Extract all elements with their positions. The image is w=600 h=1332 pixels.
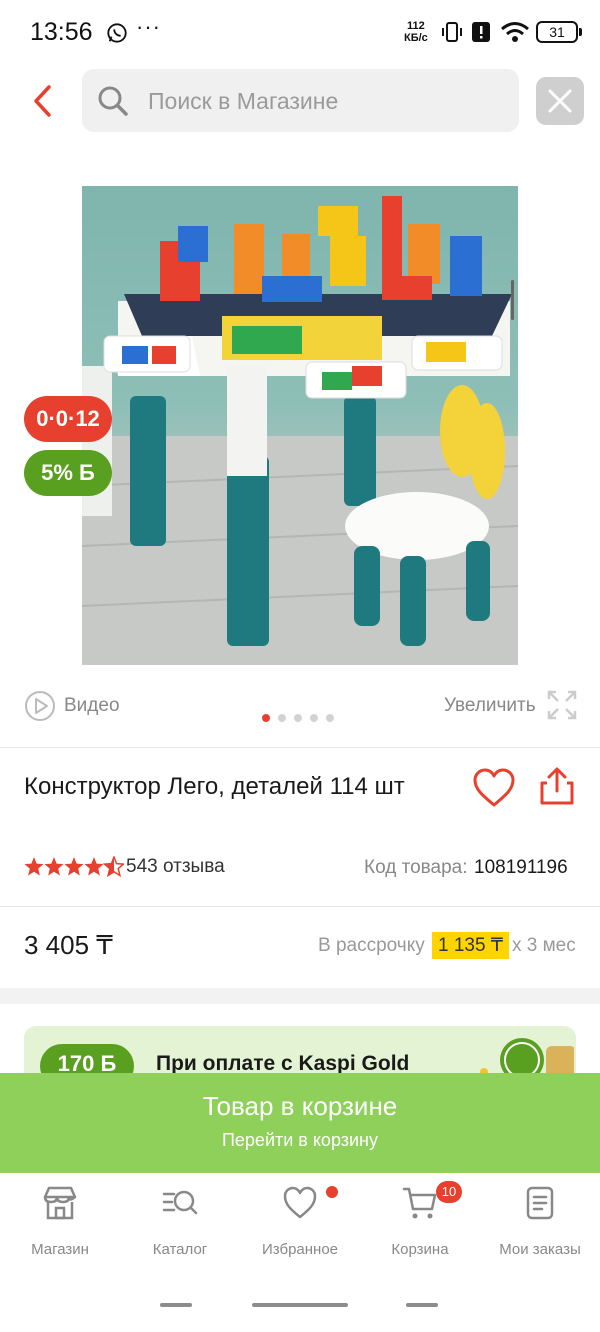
recents-button[interactable] [160,1303,192,1307]
pagination-dot[interactable] [262,714,270,722]
search-icon [98,86,128,116]
alert-icon [472,22,490,42]
rating-stars [24,856,124,878]
star-icon [24,857,44,876]
nav-label: Каталог [152,1241,208,1258]
status-time: 13:56 [30,18,93,46]
cart-banner[interactable]: Товар в корзине Перейти в корзину [0,1073,600,1173]
nav-label: Магазин [31,1241,89,1258]
play-icon[interactable] [24,690,56,722]
pagination-dot[interactable] [294,714,302,722]
pagination-dot[interactable] [278,714,286,722]
shop-icon [43,1186,77,1220]
orders-icon [526,1186,554,1220]
divider [0,747,600,748]
expand-icon[interactable] [546,689,578,721]
cart-icon [402,1187,437,1219]
back-button[interactable] [26,84,60,118]
search-bar[interactable] [82,69,519,132]
image-pagination [262,714,342,724]
star-icon [64,857,84,876]
product-image[interactable] [82,186,518,665]
back-system-button[interactable] [406,1303,438,1307]
pagination-dot[interactable] [326,714,334,722]
close-button[interactable] [536,77,584,125]
status-more-icon: ··· [136,14,161,39]
star-icon [84,857,104,876]
product-photo [82,196,518,665]
search-input[interactable] [148,83,498,119]
divider [0,906,600,907]
cart-banner-title: Товар в корзине [202,1091,398,1121]
go-to-cart-link[interactable]: Перейти в корзину [0,1130,600,1151]
heart-icon [283,1186,317,1219]
nav-label: Избранное [261,1241,339,1258]
nav-item-favorites[interactable]: Избранное [240,1185,360,1265]
nav-item-orders[interactable]: Мои заказы [480,1185,600,1265]
system-nav-bar [0,1273,600,1332]
product-code-value: 108191196 [474,857,568,878]
zoom-label[interactable]: Увеличить [444,695,536,717]
wifi-icon [501,22,529,42]
installment-months: х 3 мес [512,935,576,956]
home-button[interactable] [252,1303,348,1307]
close-icon [548,89,572,113]
star-icon [44,857,64,876]
product-code-label: Код товара: [364,857,468,878]
bonus-badge: 5% Б [24,450,112,496]
network-speed: 112 КБ/с [404,20,428,44]
product-price: 3 405 ₸ [24,930,113,960]
nav-item-shop[interactable]: Магазин [0,1185,120,1265]
vibrate-icon [442,22,462,42]
section-separator [0,988,600,1004]
share-button[interactable] [538,766,576,806]
review-count[interactable]: 543 отзыва [126,856,225,878]
favorites-dot [326,1186,338,1198]
product-title: Конструктор Лего, деталей 114 шт [24,773,405,800]
bottom-nav: Магазин Каталог Избранное 10 Корзина Мои… [0,1173,600,1273]
nav-item-cart[interactable]: 10 Корзина [360,1181,480,1265]
battery-icon: 31 [536,21,582,43]
scroll-indicator [511,280,514,320]
nav-item-catalog[interactable]: Каталог [120,1185,240,1265]
installment-amount: 1 135 ₸ [432,932,509,959]
video-label[interactable]: Видео [64,695,120,717]
nav-label: Корзина [391,1241,449,1258]
catalog-icon [162,1190,198,1215]
cart-count-badge: 10 [436,1181,462,1203]
pagination-dot[interactable] [310,714,318,722]
favorite-button[interactable] [472,768,516,808]
status-bar: 13:56 ··· 112 КБ/с 31 [0,0,600,66]
installment-label: В рассрочку [318,935,425,956]
nav-label: Мои заказы [499,1241,581,1258]
whatsapp-icon [107,23,127,43]
installment-badge: 0·0·12 [24,396,112,442]
